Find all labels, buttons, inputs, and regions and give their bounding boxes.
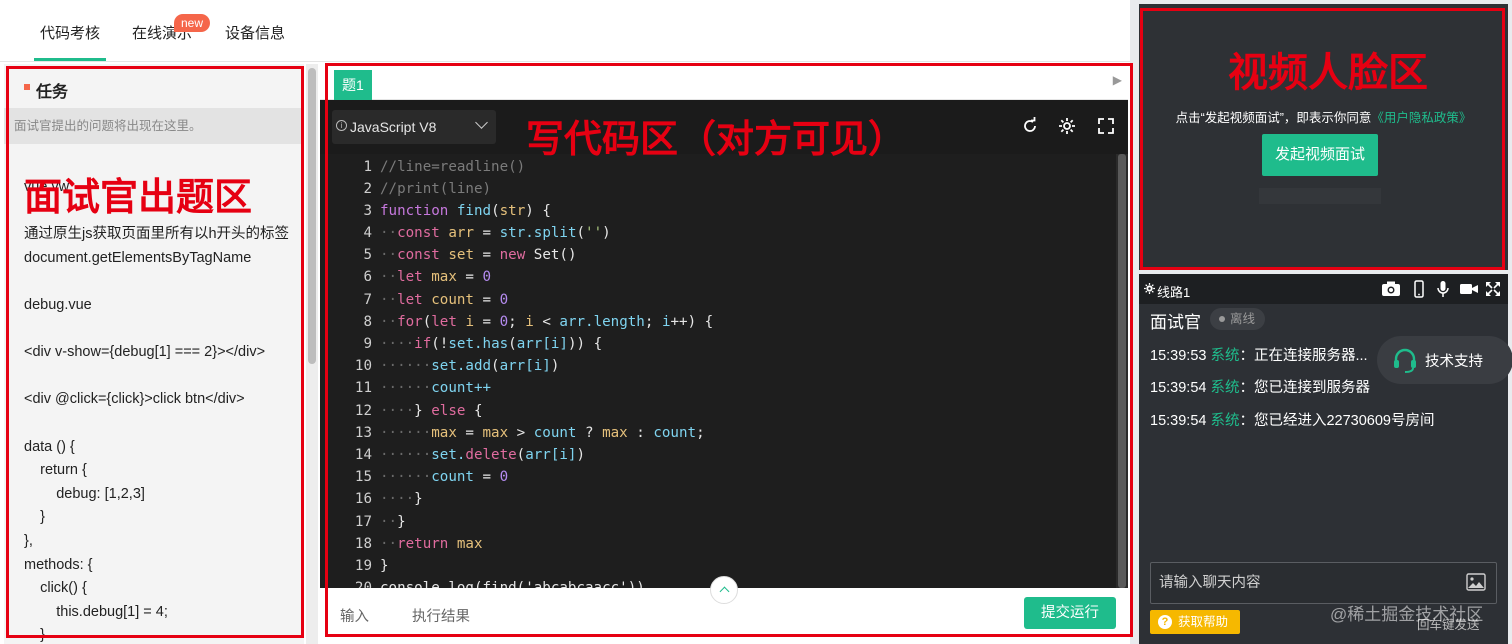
video-camera-icon[interactable]: [1459, 280, 1479, 298]
line-label[interactable]: 线路1: [1157, 282, 1190, 301]
task-scrollbar-thumb[interactable]: [308, 68, 316, 364]
chat-message: 15:39:54 系统：您已连接到服务器: [1150, 380, 1370, 396]
interview-app: 代码考核 在线演示 new 设备信息 任务 面试官提出的问题将出现在这里。 vu…: [0, 0, 1512, 644]
watermark: @稀土掘金技术社区: [1330, 605, 1484, 624]
annotation-box-interviewer: [6, 66, 304, 638]
mobile-icon[interactable]: [1409, 280, 1429, 298]
image-icon[interactable]: [1466, 573, 1486, 591]
top-tab-bar: 代码考核 在线演示 new 设备信息: [0, 0, 1130, 62]
status-badge: 离线: [1210, 308, 1266, 330]
line-bar: 线路1: [1139, 274, 1508, 304]
expand-icon[interactable]: [1483, 280, 1503, 298]
annotation-code-label: 写代码区（对方可见）: [526, 119, 907, 161]
annotation-video-label: 视频人脸区: [1228, 51, 1428, 95]
chat-panel: 线路1 面试官 离线 15:39:53 系统：正在连接服务器... 15:39:…: [1139, 274, 1512, 644]
tab-code-assessment[interactable]: 代码考核: [33, 22, 107, 61]
chat-message: 15:39:54 系统：您已经进入22730609号房间: [1150, 413, 1435, 429]
chat-input[interactable]: 请输入聊天内容: [1150, 562, 1497, 604]
headset-icon: [1394, 348, 1416, 373]
new-badge: new: [174, 14, 211, 32]
task-scrollbar[interactable]: [306, 64, 318, 644]
tab-device-info[interactable]: 设备信息: [225, 22, 285, 43]
tech-support-label: 技术支持: [1425, 354, 1483, 370]
microphone-icon[interactable]: [1433, 280, 1453, 298]
get-help-button[interactable]: ? 获取帮助: [1150, 610, 1240, 634]
annotation-interviewer-label: 面试官出题区: [24, 177, 253, 219]
interviewer-label: 面试官: [1150, 313, 1201, 332]
tech-support-button[interactable]: 技术支持: [1377, 336, 1512, 384]
line-gear-icon[interactable]: [1144, 283, 1155, 294]
camera-icon[interactable]: [1381, 280, 1401, 298]
help-question-icon: ?: [1158, 615, 1172, 629]
chat-message: 15:39:53 系统：正在连接服务器...: [1150, 348, 1368, 364]
